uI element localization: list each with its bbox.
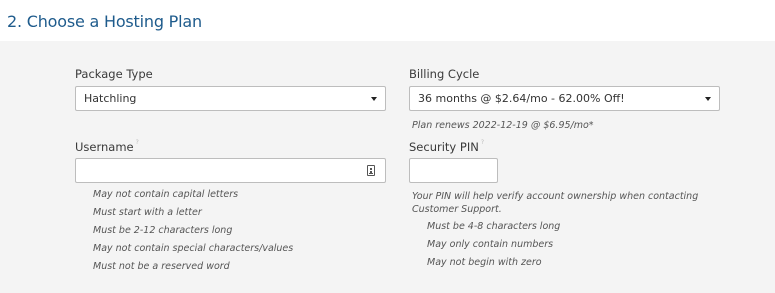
username-rule: May not contain capital letters [93, 189, 239, 200]
username-rule: May not contain special characters/value… [93, 243, 294, 254]
billing-cycle-label: Billing Cycle [409, 67, 480, 81]
package-type-label: Package Type [75, 67, 153, 81]
security-pin-label: Security PIN? [409, 139, 484, 154]
username-rule: Must be 2-12 characters long [93, 225, 233, 236]
security-pin-rule: May only contain numbers [427, 239, 554, 250]
chevron-down-icon [705, 97, 711, 101]
section-header: 2. Choose a Hosting Plan [0, 0, 775, 41]
security-pin-help-marker[interactable]: ? [481, 139, 484, 146]
section-title: 2. Choose a Hosting Plan [7, 12, 202, 31]
billing-cycle-select[interactable]: 36 months @ $2.64/mo - 62.00% Off! [409, 86, 720, 111]
security-pin-description: Your PIN will help verify account owners… [412, 191, 699, 215]
package-type-value: Hatchling [84, 92, 137, 105]
chevron-down-icon [371, 97, 377, 101]
package-type-select[interactable]: Hatchling [75, 86, 386, 111]
username-rule: Must not be a reserved word [93, 261, 230, 272]
username-rule: Must start with a letter [93, 207, 202, 218]
security-pin-label-text: Security PIN [409, 140, 479, 154]
security-pin-rule: May not begin with zero [427, 257, 542, 268]
security-pin-rule: Must be 4-8 characters long [427, 221, 561, 232]
username-label-text: Username [75, 140, 134, 154]
billing-cycle-value: 36 months @ $2.64/mo - 62.00% Off! [418, 92, 625, 105]
keyboard-icon[interactable] [367, 165, 375, 176]
username-input[interactable] [75, 158, 386, 183]
security-pin-input[interactable] [409, 158, 498, 183]
plan-renewal-note: Plan renews 2022-12-19 @ $6.95/mo* [412, 120, 594, 131]
username-label: Username? [75, 139, 139, 154]
username-help-marker[interactable]: ? [136, 139, 139, 146]
